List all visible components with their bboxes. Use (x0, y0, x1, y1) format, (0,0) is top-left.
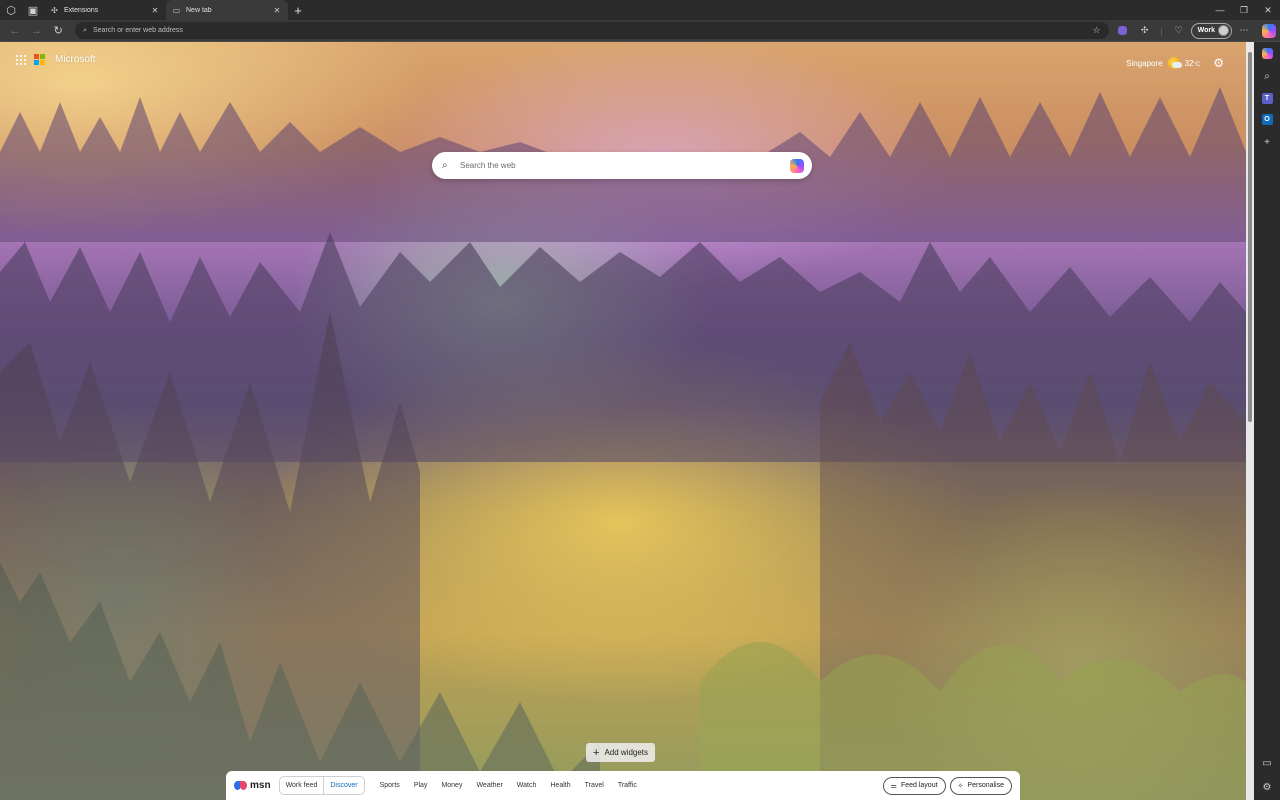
add-sidebar-app-icon[interactable]: + (1259, 135, 1275, 149)
search-input[interactable]: Search the web (460, 161, 790, 170)
add-widgets-label: Add widgets (604, 748, 649, 757)
msn-butterfly-icon (234, 780, 248, 791)
address-bar[interactable]: ⌕ Search or enter web address ☆ (75, 22, 1109, 39)
toolbar-divider: | (1160, 25, 1163, 36)
scrollbar-thumb[interactable] (1248, 52, 1252, 422)
category-play[interactable]: Play (407, 782, 435, 789)
sliders-icon: ⚌ (890, 782, 897, 790)
weather-temp: 32°C (1184, 58, 1201, 68)
toolbar-icons: ✣ | ♡ Work ⋯ (1113, 22, 1276, 40)
tab-label: Extensions (64, 6, 99, 14)
restore-icon[interactable]: ❐ (1232, 0, 1256, 20)
teams-icon[interactable]: T (1261, 93, 1273, 104)
tab-new-tab[interactable]: ▭ New tab ✕ (166, 0, 288, 20)
puzzle-icon: ✣ (51, 5, 58, 15)
minimize-icon[interactable]: — (1208, 0, 1232, 20)
profile-label: Work (1197, 27, 1215, 34)
browser-toolbar: ← → ↻ ⌕ Search or enter web address ☆ ✣ … (0, 20, 1280, 42)
copilot-icon[interactable] (1261, 23, 1276, 38)
back-button[interactable]: ← (4, 21, 26, 41)
title-bar: ⬡ ▣ ✣ Extensions ✕ ▭ New tab ✕ + — ❐ ✕ (0, 0, 1280, 20)
avatar (1217, 25, 1229, 36)
search-icon: ⌕ (442, 160, 448, 171)
close-tab-icon[interactable]: ✕ (150, 6, 160, 15)
browser-essentials-icon[interactable]: ♡ (1169, 22, 1189, 40)
feed-actions: ⚌ Feed layout ✧ Personalise (882, 776, 1012, 795)
category-money[interactable]: Money (434, 782, 469, 789)
gear-icon[interactable]: ⚙ (1259, 780, 1275, 794)
edge-sidebar: ⌕ T O + ▭ ⚙ (1254, 42, 1280, 800)
microsoft-logo-icon (34, 54, 45, 65)
close-tab-icon[interactable]: ✕ (272, 6, 282, 15)
more-options-icon[interactable]: ⋯ (1234, 22, 1254, 40)
new-tab-button[interactable]: + (288, 0, 308, 20)
search-icon[interactable]: ⌕ (1259, 69, 1275, 83)
plus-icon: + (593, 746, 600, 759)
weather-city: Singapore (1126, 58, 1163, 68)
personalise-button[interactable]: ✧ Personalise (949, 776, 1012, 795)
page-icon: ▭ (172, 5, 181, 15)
sparkle-icon: ✧ (957, 782, 964, 790)
msn-feed-bar: msn Work feed Discover Sports Play Money… (226, 771, 1020, 800)
favorite-star-icon[interactable]: ☆ (1093, 25, 1101, 36)
feed-layout-button[interactable]: ⚌ Feed layout (882, 776, 946, 795)
profile-button[interactable]: Work (1190, 22, 1232, 39)
web-search-box[interactable]: ⌕ Search the web (432, 152, 812, 179)
copilot-extension-icon[interactable] (1113, 22, 1133, 40)
feed-toggle: Work feed Discover (278, 776, 365, 795)
category-traffic[interactable]: Traffic (611, 782, 644, 789)
page-scrollbar[interactable] (1246, 42, 1254, 800)
msn-logo[interactable]: msn (234, 780, 271, 791)
extensions-icon[interactable]: ✣ (1135, 22, 1155, 40)
category-watch[interactable]: Watch (510, 782, 544, 789)
search-icon: ⌕ (83, 26, 87, 34)
category-travel[interactable]: Travel (578, 782, 611, 789)
screen-icon[interactable]: ▭ (1259, 756, 1275, 770)
copilot-icon[interactable] (790, 158, 804, 173)
close-window-icon[interactable]: ✕ (1256, 0, 1280, 20)
weather-widget[interactable]: Singapore 32°C ⚙ (1126, 56, 1224, 70)
forward-button[interactable]: → (26, 21, 48, 41)
tab-label: New tab (186, 6, 212, 14)
add-widgets-button[interactable]: + Add widgets (586, 743, 656, 762)
tab-discover[interactable]: Discover (323, 777, 363, 794)
partly-cloudy-icon (1167, 57, 1182, 69)
category-weather[interactable]: Weather (469, 782, 509, 789)
workspaces-icon[interactable]: ⬡ (0, 0, 22, 20)
refresh-button[interactable]: ↻ (47, 21, 69, 41)
category-sports[interactable]: Sports (373, 782, 407, 789)
address-placeholder: Search or enter web address (92, 27, 183, 34)
category-health[interactable]: Health (543, 782, 577, 789)
tab-actions-icon[interactable]: ▣ (22, 0, 44, 20)
apps-launcher-icon[interactable] (16, 54, 26, 65)
sidebar-bottom: ▭ ⚙ (1259, 756, 1275, 800)
copilot-icon[interactable] (1261, 48, 1273, 59)
gear-icon[interactable]: ⚙ (1213, 56, 1224, 70)
tab-work-feed[interactable]: Work feed (280, 777, 324, 794)
new-tab-page: Microsoft Singapore 32°C ⚙ ⌕ Search the … (0, 42, 1246, 800)
microsoft-header: Microsoft (16, 54, 96, 65)
outlook-icon[interactable]: O (1261, 114, 1273, 125)
tab-extensions[interactable]: ✣ Extensions ✕ (44, 0, 166, 20)
microsoft-brand[interactable]: Microsoft (55, 54, 96, 65)
window-controls: — ❐ ✕ (1208, 0, 1280, 20)
